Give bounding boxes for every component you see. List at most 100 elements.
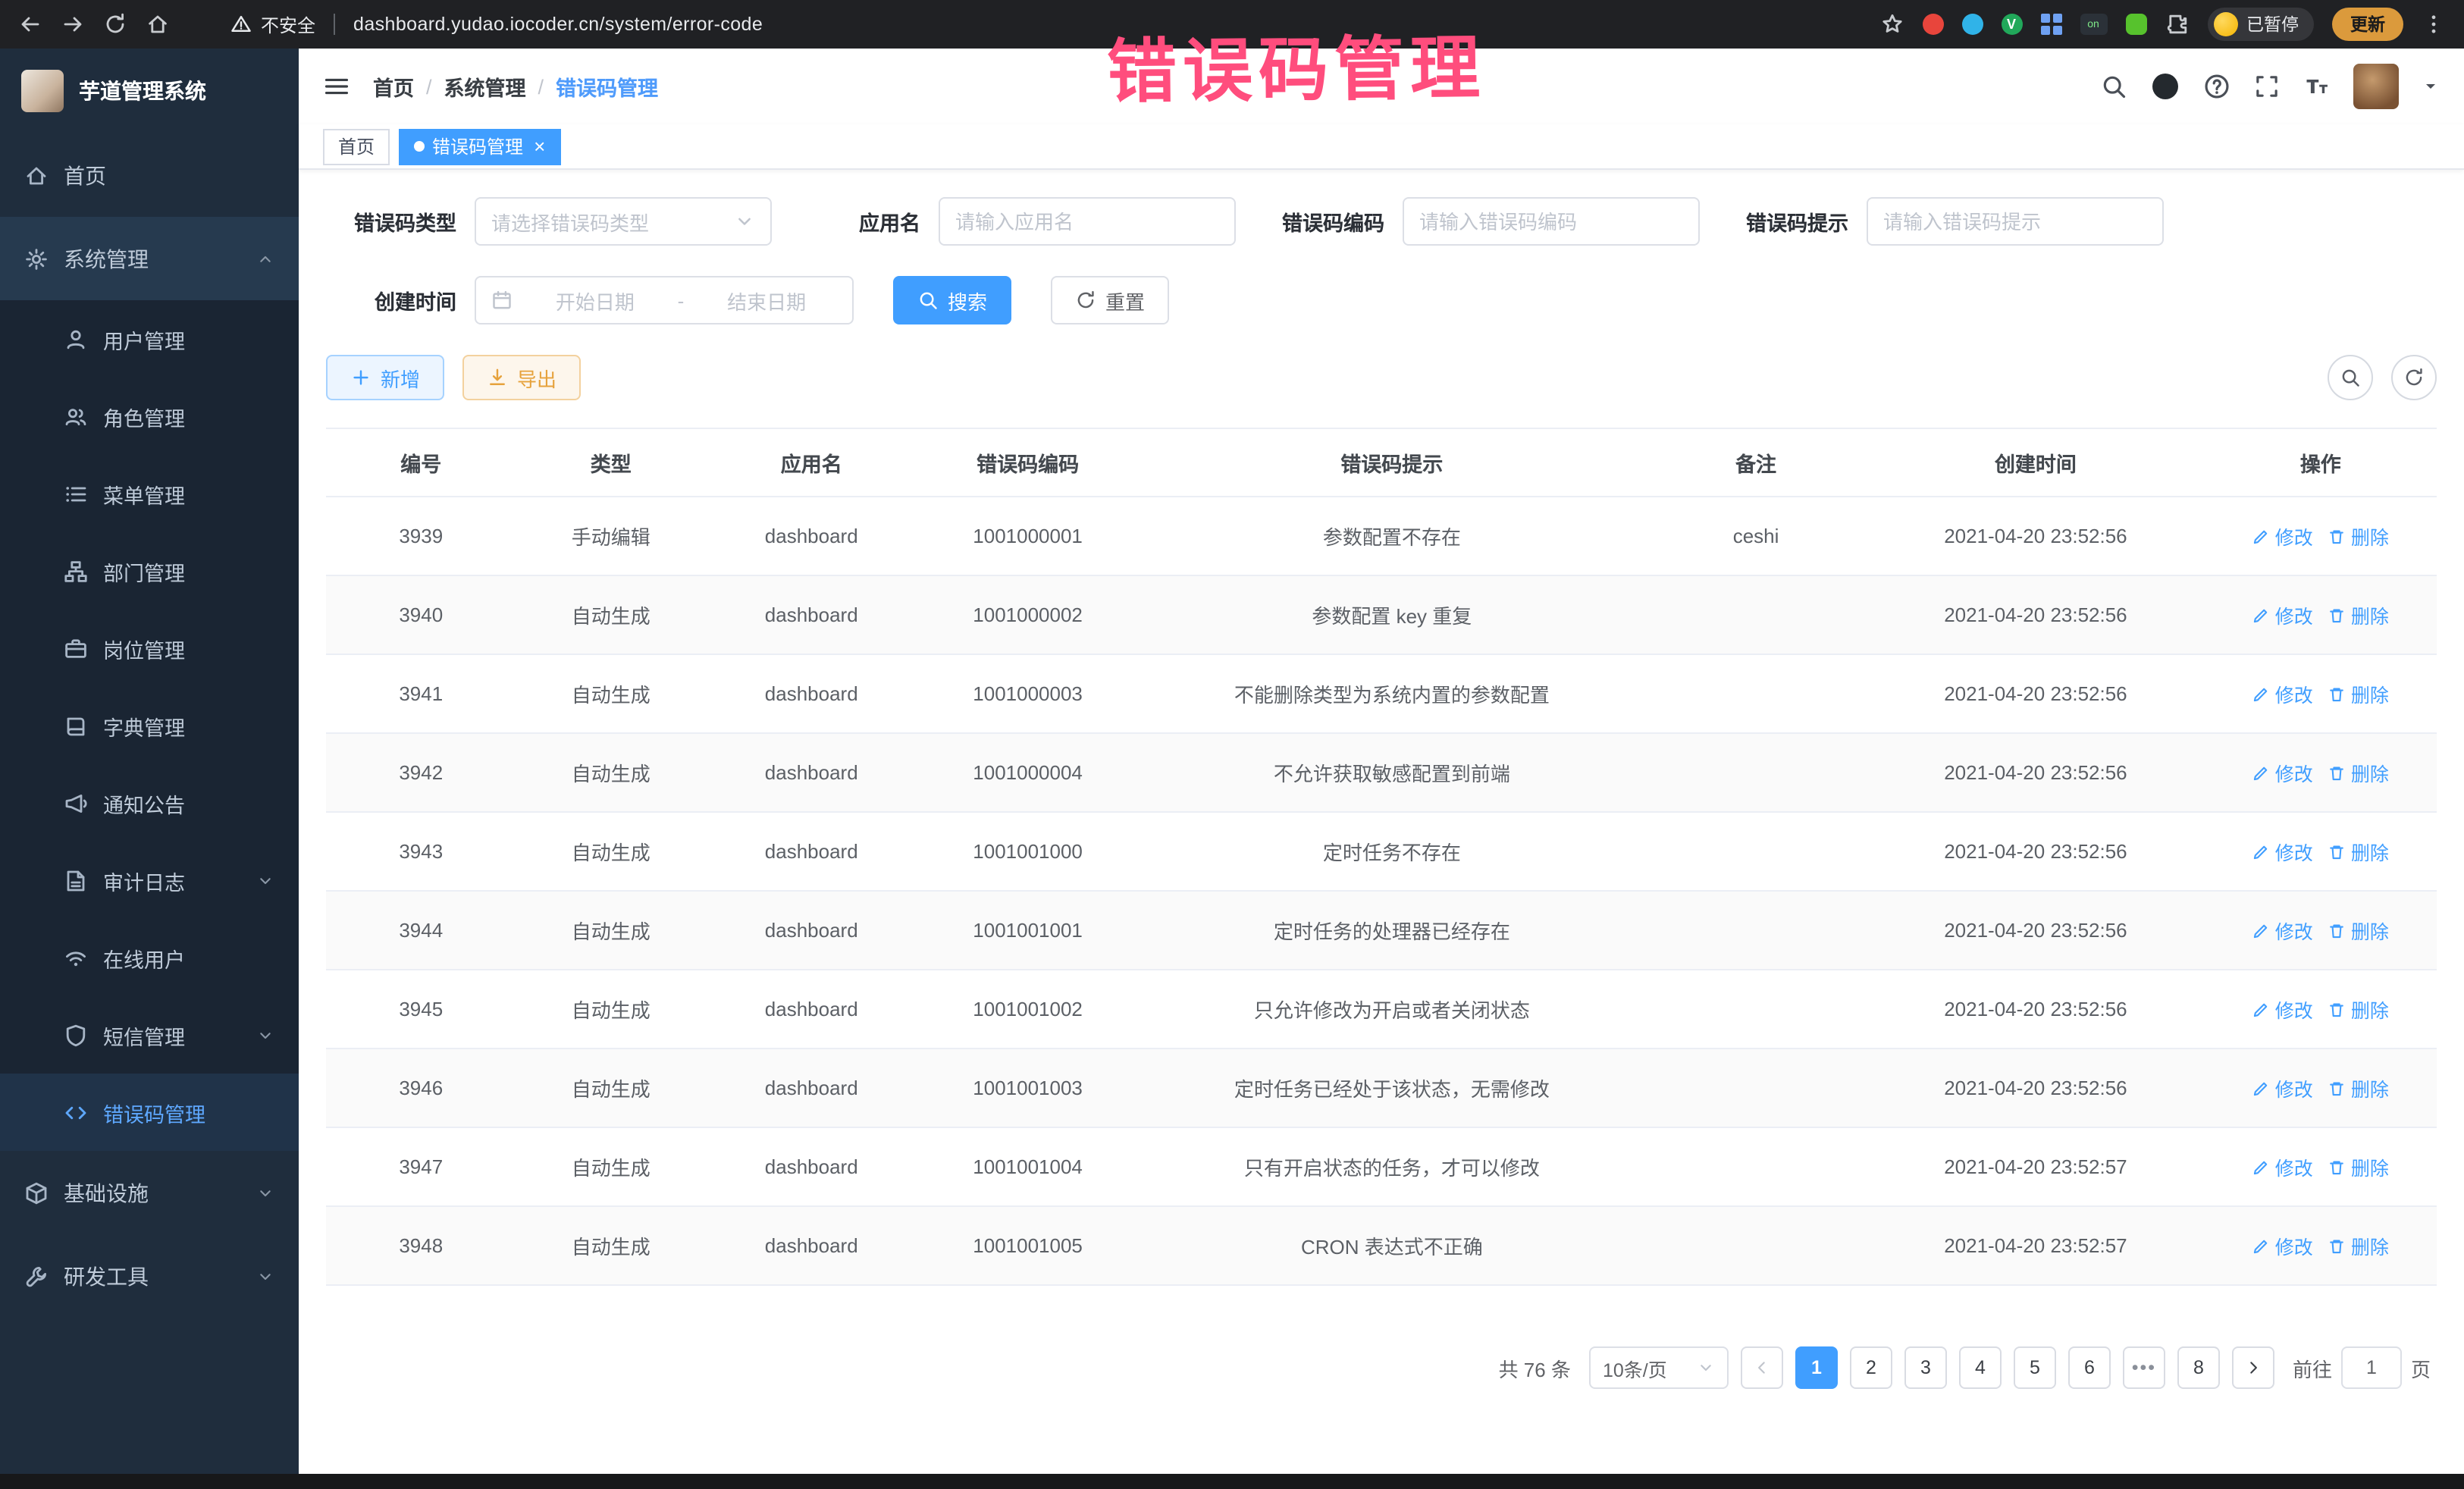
sidebar-item-role[interactable]: 角色管理 xyxy=(0,378,299,455)
bookmark-star-icon[interactable] xyxy=(1879,12,1904,36)
sidebar-item-notice[interactable]: 通知公告 xyxy=(0,764,299,842)
trash-icon xyxy=(2328,842,2346,860)
delete-link[interactable]: 删除 xyxy=(2328,600,2389,629)
delete-link[interactable]: 删除 xyxy=(2328,1074,2389,1102)
edit-link[interactable]: 修改 xyxy=(2252,600,2313,629)
edit-link[interactable]: 修改 xyxy=(2252,679,2313,708)
create-time-range-picker[interactable]: 开始日期 - 结束日期 xyxy=(475,276,854,324)
export-button[interactable]: 导出 xyxy=(462,355,581,400)
error-hint-input[interactable] xyxy=(1867,197,2164,246)
sidebar-item-infra[interactable]: 基础设施 xyxy=(0,1151,299,1234)
github-icon[interactable] xyxy=(2150,71,2180,102)
edit-link[interactable]: 修改 xyxy=(2252,758,2313,787)
add-button[interactable]: 新增 xyxy=(326,355,444,400)
page-button-2[interactable]: 2 xyxy=(1850,1346,1892,1389)
address-url[interactable]: dashboard.yudao.iocoder.cn/system/error-… xyxy=(353,14,763,35)
edit-link[interactable]: 修改 xyxy=(2252,1152,2313,1181)
cell-actions: 修改删除 xyxy=(2205,575,2437,654)
prev-page-button[interactable] xyxy=(1741,1346,1783,1389)
next-page-button[interactable] xyxy=(2232,1346,2274,1389)
extension-red-icon[interactable] xyxy=(1922,14,1943,35)
goto-prefix: 前往 xyxy=(2293,1353,2332,1382)
cell-app: dashboard xyxy=(706,575,917,654)
update-button[interactable]: 更新 xyxy=(2332,8,2403,41)
edit-link[interactable]: 修改 xyxy=(2252,995,2313,1023)
collapse-sidebar-icon[interactable] xyxy=(323,73,350,100)
sidebar-item-sms[interactable]: 短信管理 xyxy=(0,996,299,1074)
page-button-1[interactable]: 1 xyxy=(1795,1346,1838,1389)
edit-link[interactable]: 修改 xyxy=(2252,1074,2313,1102)
extension-grid-icon[interactable] xyxy=(2040,14,2061,35)
toggle-search-button[interactable] xyxy=(2328,355,2373,400)
page-button-6[interactable]: 6 xyxy=(2068,1346,2111,1389)
browser-home-icon[interactable] xyxy=(146,12,170,36)
refresh-table-button[interactable] xyxy=(2391,355,2437,400)
delete-link[interactable]: 删除 xyxy=(2328,1231,2389,1260)
goto-page-input[interactable] xyxy=(2341,1346,2402,1389)
header-search-icon[interactable] xyxy=(2100,73,2127,100)
edit-link[interactable]: 修改 xyxy=(2252,1231,2313,1260)
sidebar-item-dept[interactable]: 部门管理 xyxy=(0,532,299,610)
sidebar-item-error-code[interactable]: 错误码管理 xyxy=(0,1074,299,1151)
delete-link[interactable]: 删除 xyxy=(2328,837,2389,866)
page-button-5[interactable]: 5 xyxy=(2014,1346,2056,1389)
page-button-4[interactable]: 4 xyxy=(1959,1346,2002,1389)
docs-help-icon[interactable] xyxy=(2203,73,2230,100)
browser-menu-icon[interactable] xyxy=(2422,12,2446,36)
browser-forward-icon[interactable] xyxy=(61,12,85,36)
delete-link[interactable]: 删除 xyxy=(2328,522,2389,550)
sidebar-item-home[interactable]: 首页 xyxy=(0,133,299,217)
extensions-puzzle-icon[interactable] xyxy=(2165,12,2189,36)
browser-back-icon[interactable] xyxy=(18,12,42,36)
avatar-caret-icon[interactable] xyxy=(2422,77,2440,96)
extension-dark-icon[interactable]: on xyxy=(2080,14,2107,35)
sidebar-item-audit-log[interactable]: 审计日志 xyxy=(0,842,299,919)
font-size-icon[interactable] xyxy=(2303,73,2331,100)
reset-button[interactable]: 重置 xyxy=(1051,276,1169,324)
extension-green-icon[interactable] xyxy=(2125,14,2146,35)
tab-home[interactable]: 首页 xyxy=(323,128,390,165)
tab-error-code[interactable]: 错误码管理 × xyxy=(399,128,560,165)
cell-time: 2021-04-20 23:52:56 xyxy=(1867,812,2204,891)
sidebar-item-post[interactable]: 岗位管理 xyxy=(0,610,299,687)
cell-time: 2021-04-20 23:52:56 xyxy=(1867,733,2204,812)
extension-teal-icon[interactable] xyxy=(1961,14,1983,35)
edit-link[interactable]: 修改 xyxy=(2252,837,2313,866)
delete-link[interactable]: 删除 xyxy=(2328,995,2389,1023)
fullscreen-icon[interactable] xyxy=(2253,73,2281,100)
sidebar-item-online-user[interactable]: 在线用户 xyxy=(0,919,299,996)
breadcrumb-home[interactable]: 首页 xyxy=(373,71,414,102)
app-logo[interactable]: 芋道管理系统 xyxy=(0,49,299,133)
sidebar-item-dict[interactable]: 字典管理 xyxy=(0,687,299,764)
sidebar-item-user[interactable]: 用户管理 xyxy=(0,300,299,378)
trash-icon xyxy=(2328,1000,2346,1018)
table-row: 3942自动生成dashboard1001000004不允许获取敏感配置到前端2… xyxy=(326,733,2437,812)
cell-memo xyxy=(1645,1127,1867,1206)
sidebar-item-system[interactable]: 系统管理 xyxy=(0,217,299,300)
search-button[interactable]: 搜索 xyxy=(893,276,1011,324)
page-more-button[interactable]: ••• xyxy=(2123,1346,2165,1389)
user-avatar[interactable] xyxy=(2353,64,2399,109)
profile-chip[interactable]: 已暂停 xyxy=(2207,8,2314,41)
vue-devtools-icon[interactable]: V xyxy=(2001,14,2022,35)
edit-link[interactable]: 修改 xyxy=(2252,522,2313,550)
sidebar-item-dev-tool[interactable]: 研发工具 xyxy=(0,1234,299,1318)
close-tab-icon[interactable]: × xyxy=(534,136,545,156)
page-button-8[interactable]: 8 xyxy=(2177,1346,2220,1389)
security-indicator[interactable]: 不安全 xyxy=(230,11,315,37)
error-type-select[interactable]: 请选择错误码类型 xyxy=(475,197,772,246)
page-size-select[interactable]: 10条/页 xyxy=(1589,1346,1729,1389)
edit-link[interactable]: 修改 xyxy=(2252,916,2313,945)
delete-link[interactable]: 删除 xyxy=(2328,1152,2389,1181)
sidebar-item-menu[interactable]: 菜单管理 xyxy=(0,455,299,532)
breadcrumb-system[interactable]: 系统管理 xyxy=(444,71,526,102)
cell-type: 自动生成 xyxy=(516,575,707,654)
error-code-input[interactable] xyxy=(1403,197,1700,246)
delete-link[interactable]: 删除 xyxy=(2328,758,2389,787)
delete-link[interactable]: 删除 xyxy=(2328,679,2389,708)
sidebar-item-label: 部门管理 xyxy=(103,556,185,586)
page-button-3[interactable]: 3 xyxy=(1904,1346,1947,1389)
browser-reload-icon[interactable] xyxy=(103,12,127,36)
app-name-input[interactable] xyxy=(939,197,1236,246)
delete-link[interactable]: 删除 xyxy=(2328,916,2389,945)
